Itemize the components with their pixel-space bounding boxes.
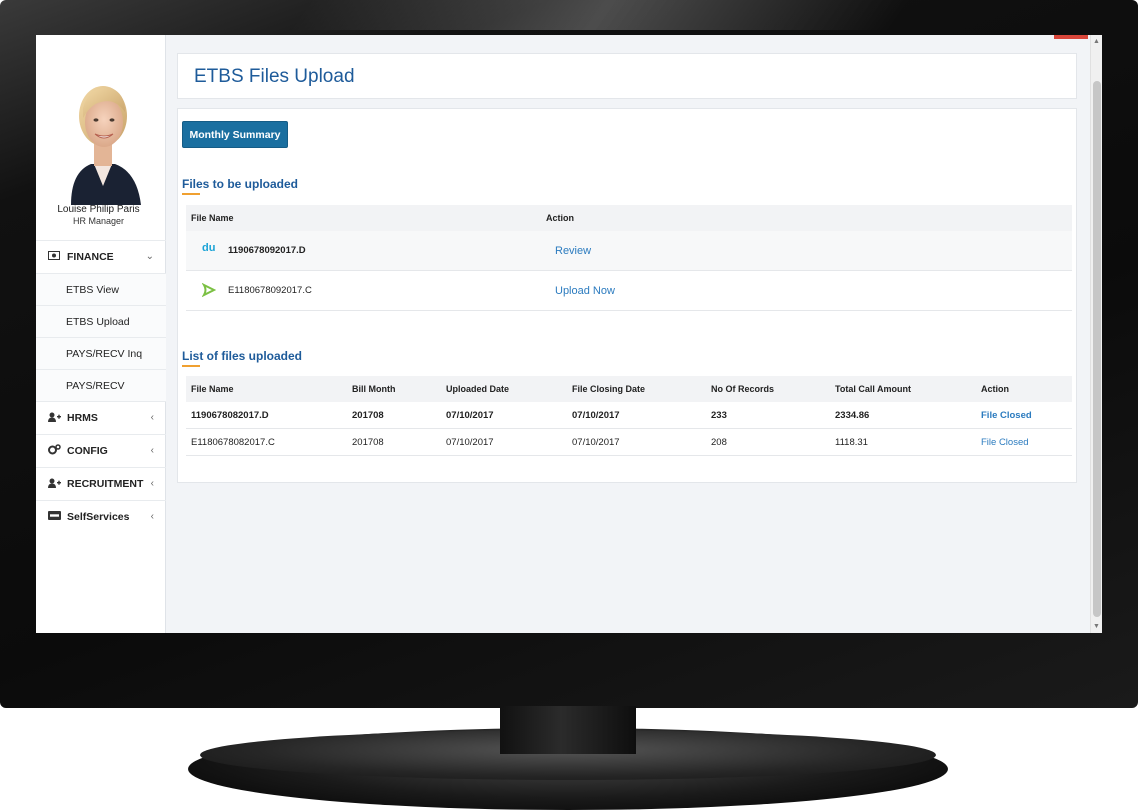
file-closed-link[interactable]: File Closed	[981, 410, 1032, 421]
sidebar-item-hrms[interactable]: HRMS ‹	[36, 401, 166, 434]
bill-month: 201708	[352, 410, 384, 421]
avatar[interactable]	[61, 60, 145, 205]
closing-date: 07/10/2017	[572, 437, 620, 448]
chevron-left-icon: ‹	[150, 511, 154, 522]
table-header: File Name Bill Month Uploaded Date File …	[186, 376, 1072, 402]
sidebar-item-label: PAYS/RECV Inq	[66, 347, 143, 360]
record-count: 208	[711, 437, 727, 448]
sidebar-item-etbs-upload[interactable]: ETBS Upload	[36, 305, 166, 337]
page-header: ETBS Files Upload	[177, 53, 1077, 99]
closing-date: 07/10/2017	[572, 410, 620, 421]
sidebar-item-label: HRMS	[67, 412, 98, 424]
table-row: E1180678082017.C 201708 07/10/2017 07/10…	[186, 429, 1072, 456]
file-name: 1190678092017.D	[228, 245, 306, 256]
scroll-thumb[interactable]	[1093, 81, 1101, 617]
upload-panel: Monthly Summary Files to be uploaded Fil…	[177, 108, 1077, 483]
bezel-shine	[289, 0, 911, 30]
sidebar-item-finance[interactable]: FINANCE ⌄	[36, 240, 166, 273]
table-row: 1190678082017.D 201708 07/10/2017 07/10/…	[186, 402, 1072, 429]
file-closed-link[interactable]: File Closed	[981, 437, 1029, 448]
sidebar-item-label: ETBS View	[66, 283, 119, 296]
bill-month: 201708	[352, 437, 384, 448]
sidebar-item-pays-recv-inq[interactable]: PAYS/RECV Inq	[36, 337, 166, 369]
money-icon	[47, 251, 61, 263]
sidebar-item-label: ETBS Upload	[66, 315, 130, 328]
user-plus-icon	[47, 412, 61, 425]
gears-icon	[47, 444, 61, 458]
chevron-left-icon: ‹	[150, 445, 154, 456]
table-header: File Name Action	[186, 205, 1072, 231]
sidebar: Louise Philip Paris HR Manager FINANCE ⌄…	[36, 35, 166, 633]
sidebar-item-label: FINANCE	[67, 251, 114, 263]
table-row: du 1190678092017.D Review	[186, 231, 1072, 271]
file-name: E1180678092017.C	[228, 285, 312, 296]
section-underline	[182, 365, 200, 367]
page-title: ETBS Files Upload	[194, 66, 355, 87]
sidebar-item-label: CONFIG	[67, 445, 108, 457]
column-header: File Name	[191, 213, 234, 223]
column-header: File Name	[191, 384, 234, 394]
file-name: 1190678082017.D	[191, 410, 269, 421]
monitor-neck	[500, 706, 636, 754]
sidebar-item-config[interactable]: CONFIG ‹	[36, 434, 166, 467]
sidebar-item-label: SelfServices	[67, 511, 130, 523]
chevron-down-icon: ⌄	[145, 251, 154, 262]
chevron-left-icon: ‹	[150, 412, 154, 423]
main-content: ETBS Files Upload Monthly Summary Files …	[166, 35, 1090, 633]
uploaded-date: 07/10/2017	[446, 410, 494, 421]
column-header: Bill Month	[352, 384, 396, 394]
pending-section-title: Files to be uploaded	[182, 177, 299, 191]
sidebar-item-selfservices[interactable]: SelfServices ‹	[36, 500, 166, 533]
uploaded-files-table: File Name Bill Month Uploaded Date File …	[186, 376, 1072, 456]
chevron-left-icon: ‹	[150, 478, 154, 489]
review-link[interactable]: Review	[555, 245, 591, 257]
avatar-photo	[71, 86, 141, 205]
column-header: No Of Records	[711, 384, 775, 394]
column-header: Action	[546, 213, 574, 223]
du-icon: du	[202, 242, 216, 254]
section-underline	[182, 193, 200, 195]
user-role: HR Manager	[72, 216, 125, 226]
column-header: File Closing Date	[572, 384, 646, 394]
sidebar-item-label: RECRUITMENT	[67, 478, 144, 490]
visa-card-icon	[47, 511, 61, 523]
record-count: 233	[711, 410, 727, 421]
pending-files-table: File Name Action du 1190678092017.D Revi…	[186, 205, 1072, 311]
sidebar-menu: FINANCE ⌄ ETBS View ETBS Upload PAYS/REC…	[36, 240, 166, 533]
call-amount: 1118.31	[835, 437, 868, 448]
call-amount: 2334.86	[835, 410, 870, 421]
sidebar-item-label: PAYS/RECV	[66, 379, 125, 392]
uploaded-section-title: List of files uploaded	[182, 349, 303, 363]
column-header: Uploaded Date	[446, 384, 510, 394]
vertical-scrollbar[interactable]: ▲ ▼	[1090, 35, 1102, 633]
file-name: E1180678082017.C	[191, 437, 275, 448]
sidebar-item-etbs-view[interactable]: ETBS View	[36, 273, 166, 305]
etisalat-icon	[201, 282, 217, 300]
screen: Louise Philip Paris HR Manager FINANCE ⌄…	[36, 35, 1102, 633]
scroll-down-arrow-icon[interactable]: ▼	[1093, 623, 1100, 630]
sidebar-item-recruitment[interactable]: RECRUITMENT ‹	[36, 467, 166, 500]
user-plus-icon	[47, 478, 61, 491]
user-name: Louise Philip Paris	[57, 204, 140, 215]
column-header: Total Call Amount	[835, 384, 911, 394]
scroll-up-arrow-icon[interactable]: ▲	[1093, 38, 1100, 45]
column-header: Action	[981, 384, 1009, 394]
upload-now-link[interactable]: Upload Now	[555, 285, 615, 297]
sidebar-item-pays-recv[interactable]: PAYS/RECV	[36, 369, 166, 401]
table-row: E1180678092017.C Upload Now	[186, 271, 1072, 311]
monthly-summary-button[interactable]: Monthly Summary	[182, 121, 288, 148]
uploaded-date: 07/10/2017	[446, 437, 494, 448]
